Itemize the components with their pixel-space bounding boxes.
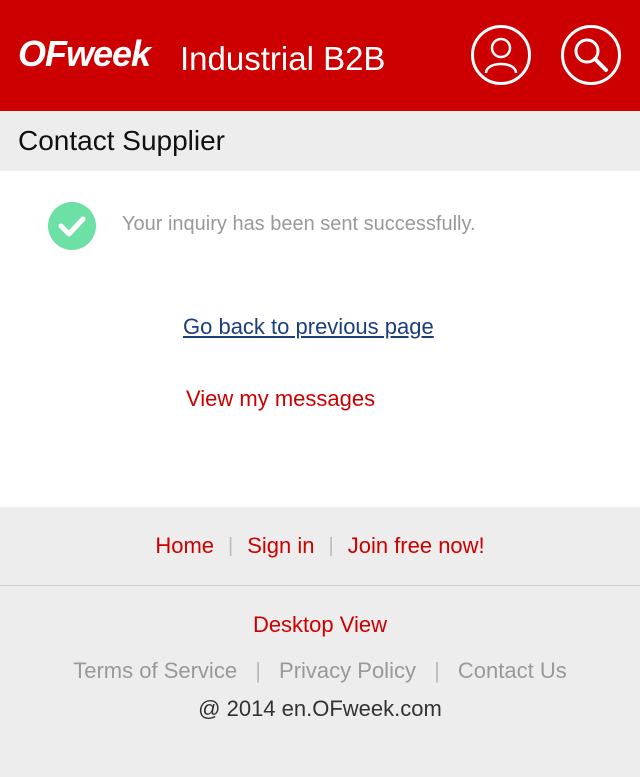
privacy-link[interactable]: Privacy Policy [279, 658, 416, 683]
search-icon [574, 38, 608, 72]
success-check-icon [48, 202, 96, 250]
legal-links: Terms of Service | Privacy Policy | Cont… [0, 658, 640, 684]
back-link[interactable]: Go back to previous page [183, 314, 434, 340]
user-icon [484, 37, 518, 74]
separator: | [255, 658, 261, 683]
footer-home-link[interactable]: Home [155, 533, 214, 559]
app-header: OFweek Industrial B2B [0, 0, 640, 111]
separator: | [328, 534, 334, 557]
success-message: Your inquiry has been sent successfully. [122, 213, 476, 235]
page-title: Contact Supplier [0, 111, 640, 171]
search-button[interactable] [561, 25, 621, 85]
footer-nav: Home | Sign in | Join free now! [0, 507, 640, 586]
separator: | [434, 658, 440, 683]
terms-link[interactable]: Terms of Service [73, 658, 237, 683]
desktop-view-link[interactable]: Desktop View [0, 612, 640, 638]
footer-sign-in-link[interactable]: Sign in [247, 533, 314, 559]
copyright: @ 2014 en.OFweek.com [198, 696, 442, 721]
inquiry-result-panel: Your inquiry has been sent successfully.… [0, 171, 640, 507]
separator: | [228, 534, 234, 557]
account-button[interactable] [471, 25, 531, 85]
footer-join-link[interactable]: Join free now! [348, 533, 485, 559]
site-title: Industrial B2B [180, 40, 386, 77]
contact-link[interactable]: Contact Us [458, 658, 567, 683]
ofweek-logo[interactable]: OFweek [18, 33, 151, 75]
view-messages-link[interactable]: View my messages [186, 386, 375, 412]
